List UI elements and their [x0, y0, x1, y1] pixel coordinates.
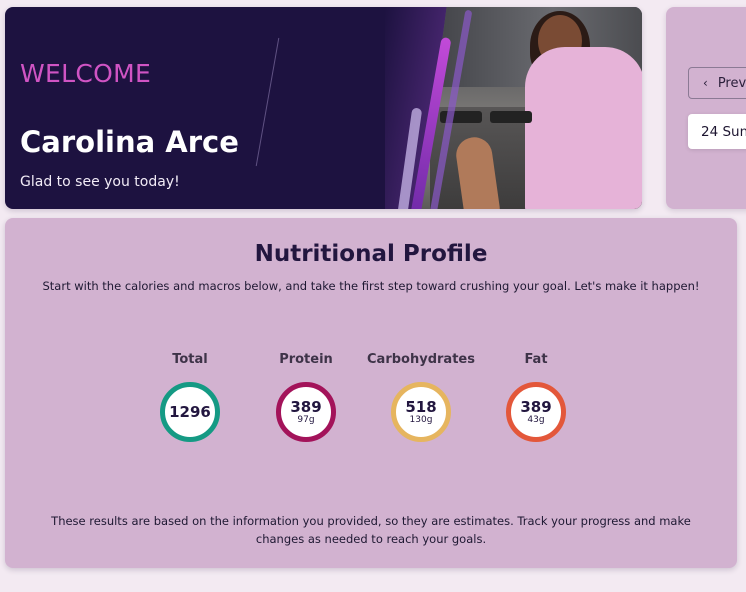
macro-label: Fat	[524, 352, 548, 367]
nutrition-card: Nutritional Profile Start with the calor…	[5, 218, 737, 568]
photo-body	[525, 47, 642, 209]
prev-button[interactable]: ‹ Prev	[688, 67, 746, 99]
macro-grams: 130g	[409, 414, 433, 425]
welcome-label: WELCOME	[20, 59, 152, 88]
macro-value: 1296	[169, 403, 211, 421]
macro-value: 389	[520, 397, 552, 416]
greeting-text: Glad to see you today!	[20, 174, 180, 190]
macro-ring: 1296	[160, 382, 220, 442]
macro-value: 518	[405, 397, 437, 416]
macro-total: Total 1296	[130, 352, 250, 442]
prev-button-label: Prev	[717, 75, 746, 91]
macro-ring: 518 130g	[391, 382, 451, 442]
macro-label: Protein	[279, 352, 333, 367]
welcome-banner: WELCOME Carolina Arce Glad to see you to…	[5, 7, 642, 209]
date-chip-label: 24 Sun	[701, 123, 746, 140]
nutrition-title: Nutritional Profile	[254, 241, 488, 267]
macro-protein: Protein 389 97g	[246, 352, 366, 442]
macro-ring: 389 97g	[276, 382, 336, 442]
user-name: Carolina Arce	[20, 125, 239, 159]
macro-value: 389	[290, 397, 322, 416]
calendar-panel: ‹ Prev 24 Sun	[666, 7, 746, 209]
macro-label: Total	[172, 352, 208, 367]
nutrition-subtitle: Start with the calories and macros below…	[42, 279, 700, 293]
dumbbell-icon	[490, 111, 532, 123]
macro-grams: 43g	[527, 414, 545, 425]
nutrition-disclaimer: These results are based on the informati…	[51, 514, 691, 546]
macro-carbohydrates: Carbohydrates 518 130g	[361, 352, 481, 442]
macro-fat: Fat 389 43g	[476, 352, 596, 442]
chevron-left-icon: ‹	[703, 76, 708, 90]
macro-grams: 97g	[297, 414, 315, 425]
banner-line-decoration	[255, 37, 280, 167]
macro-ring: 389 43g	[506, 382, 566, 442]
date-chip[interactable]: 24 Sun	[688, 114, 746, 149]
macro-label: Carbohydrates	[367, 352, 475, 367]
